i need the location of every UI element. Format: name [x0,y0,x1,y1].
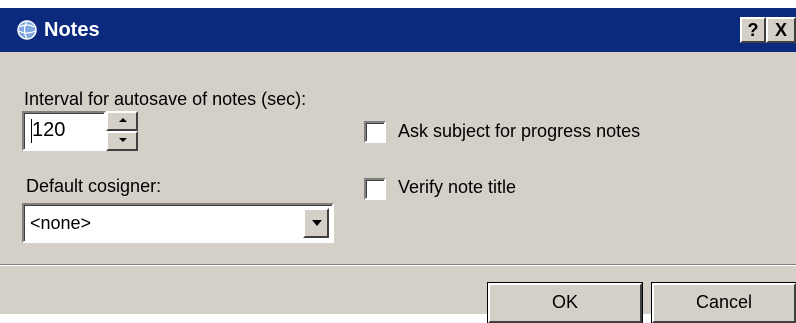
autosave-interval-input[interactable]: 120 [22,111,106,151]
globe-icon [17,20,37,40]
notes-dialog: Notes ? X Interval for autosave of notes… [0,8,796,323]
close-button[interactable]: X [766,17,796,43]
text-caret [31,119,32,143]
separator [0,264,796,266]
default-cosigner-value: <none> [30,213,92,233]
cancel-button[interactable]: Cancel [652,283,796,323]
help-button[interactable]: ? [740,17,766,43]
ask-subject-label[interactable]: Ask subject for progress notes [398,120,640,142]
verify-title-label[interactable]: Verify note title [398,176,516,198]
dropdown-button[interactable] [303,208,329,238]
default-cosigner-select[interactable]: <none> [22,203,334,243]
window-title: Notes [44,19,100,41]
spin-up-button[interactable] [106,111,138,131]
autosave-interval-label: Interval for autosave of notes (sec): [24,89,307,109]
chevron-down-icon [312,220,322,226]
spin-down-button[interactable] [106,131,138,151]
autosave-interval-value: 120 [32,119,66,141]
title-bar[interactable]: Notes ? X [0,8,796,52]
verify-title-checkbox[interactable] [364,178,386,200]
ok-button[interactable]: OK [488,283,642,323]
ask-subject-checkbox[interactable] [364,121,386,143]
arrow-down-icon [119,138,127,142]
default-cosigner-label: Default cosigner: [26,176,162,196]
arrow-up-icon [119,118,127,122]
